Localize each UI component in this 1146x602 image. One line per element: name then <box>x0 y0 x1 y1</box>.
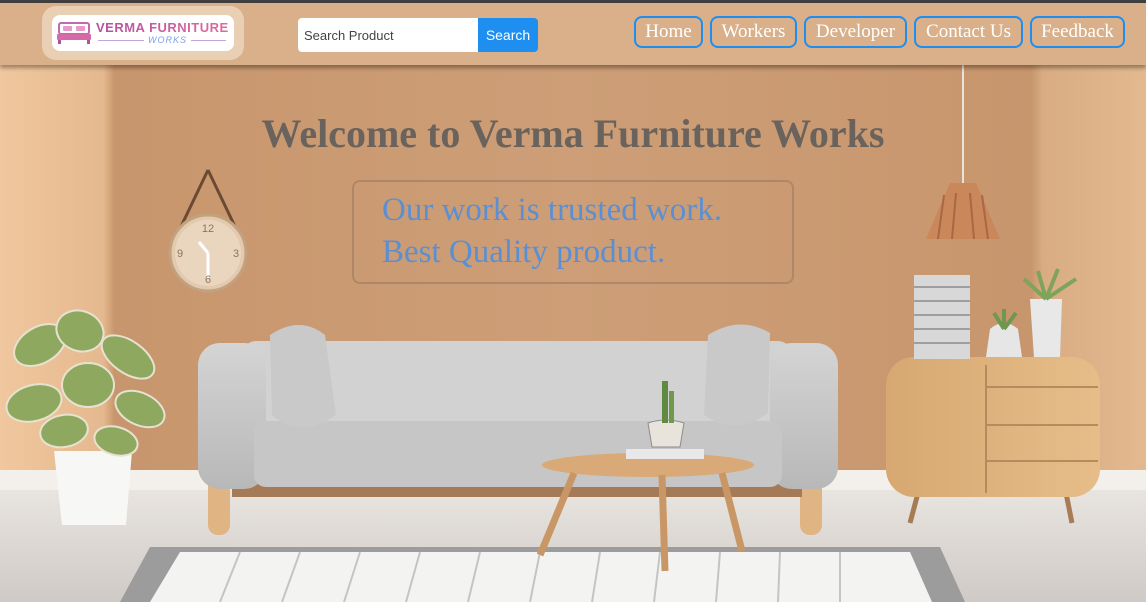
site-header: VERMA FURNITURE WORKS Search Home Worker… <box>0 3 1146 65</box>
hero-banner: 12 3 6 9 Welcome to Verma Furniture Work… <box>0 65 1146 602</box>
tagline-line-2: Best Quality product. <box>382 234 666 270</box>
nav-workers[interactable]: Workers <box>710 16 797 48</box>
hero-headline: Welcome to Verma Furniture Works <box>261 111 885 156</box>
clock-numeral-6: 6 <box>205 274 211 286</box>
nav-contact-us[interactable]: Contact Us <box>914 16 1023 48</box>
nav-feedback[interactable]: Feedback <box>1030 16 1125 48</box>
clock-numeral-3: 3 <box>233 248 239 260</box>
main-nav: Home Workers Developer Contact Us Feedba… <box>0 16 1146 52</box>
clock-numeral-9: 9 <box>177 248 183 260</box>
clock-numeral-12: 12 <box>202 223 214 235</box>
nav-home[interactable]: Home <box>634 16 703 48</box>
nav-developer[interactable]: Developer <box>804 16 907 48</box>
tagline-box: Our work is trusted work. Best Quality p… <box>352 180 794 284</box>
tagline-line-1: Our work is trusted work. <box>382 192 723 228</box>
